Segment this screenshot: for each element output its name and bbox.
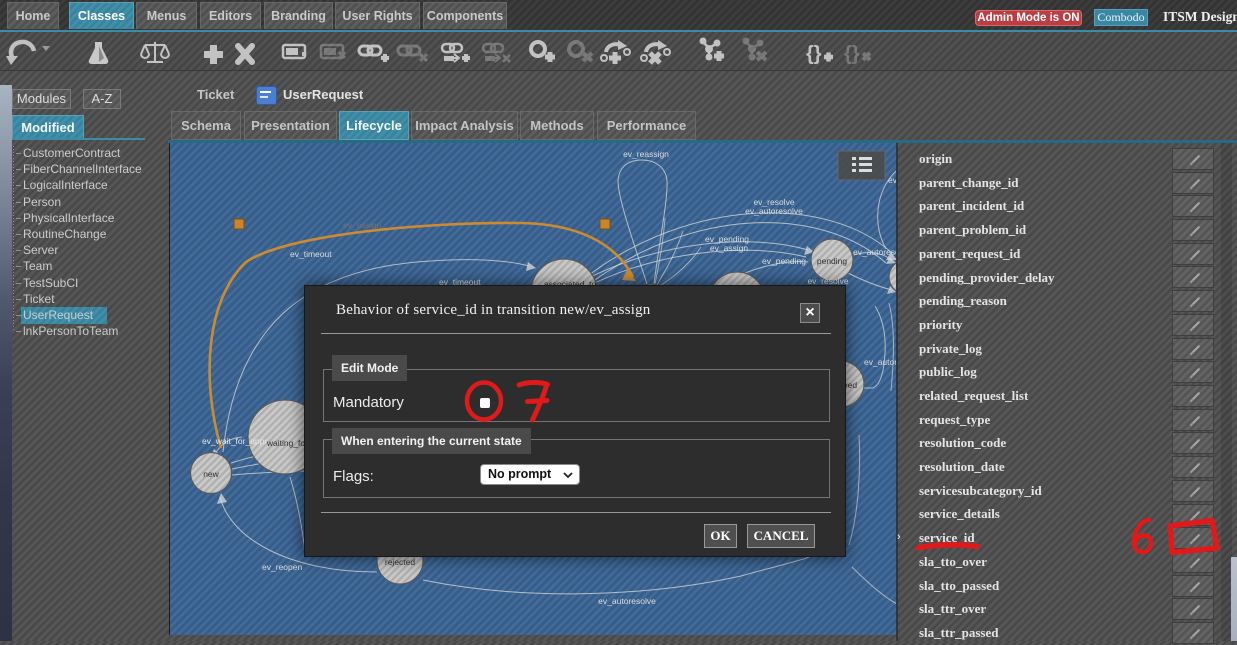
svg-text:ev_pending: ev_pending [762,256,806,266]
svg-text:{}: {} [806,43,822,65]
svg-text:rejected: rejected [385,557,416,567]
svg-text:new: new [203,469,219,479]
svg-text:ev_wait_for_appr: ev_wait_for_appr [202,436,267,446]
svg-text:ev_autore: ev_autore [864,357,897,367]
svg-text:waiting_fo: waiting_fo [266,438,306,448]
svg-text:ev_timeout: ev_timeout [290,249,332,259]
svg-text:ev_reassign: ev_reassign [623,149,669,159]
svg-text:ev_autoresolve: ev_autoresolve [745,206,803,216]
svg-text:ev_assign: ev_assign [710,243,749,253]
svg-text:ev_reopen: ev_reopen [262,562,302,572]
svg-text:ev_assign: ev_assign [343,220,382,230]
svg-text:ev_autoresolve: ev_autoresolve [598,596,656,606]
svg-text:ev_autoresolv: ev_autoresolv [853,247,897,257]
svg-text:pending: pending [817,256,848,266]
svg-text:{}: {} [844,43,860,65]
